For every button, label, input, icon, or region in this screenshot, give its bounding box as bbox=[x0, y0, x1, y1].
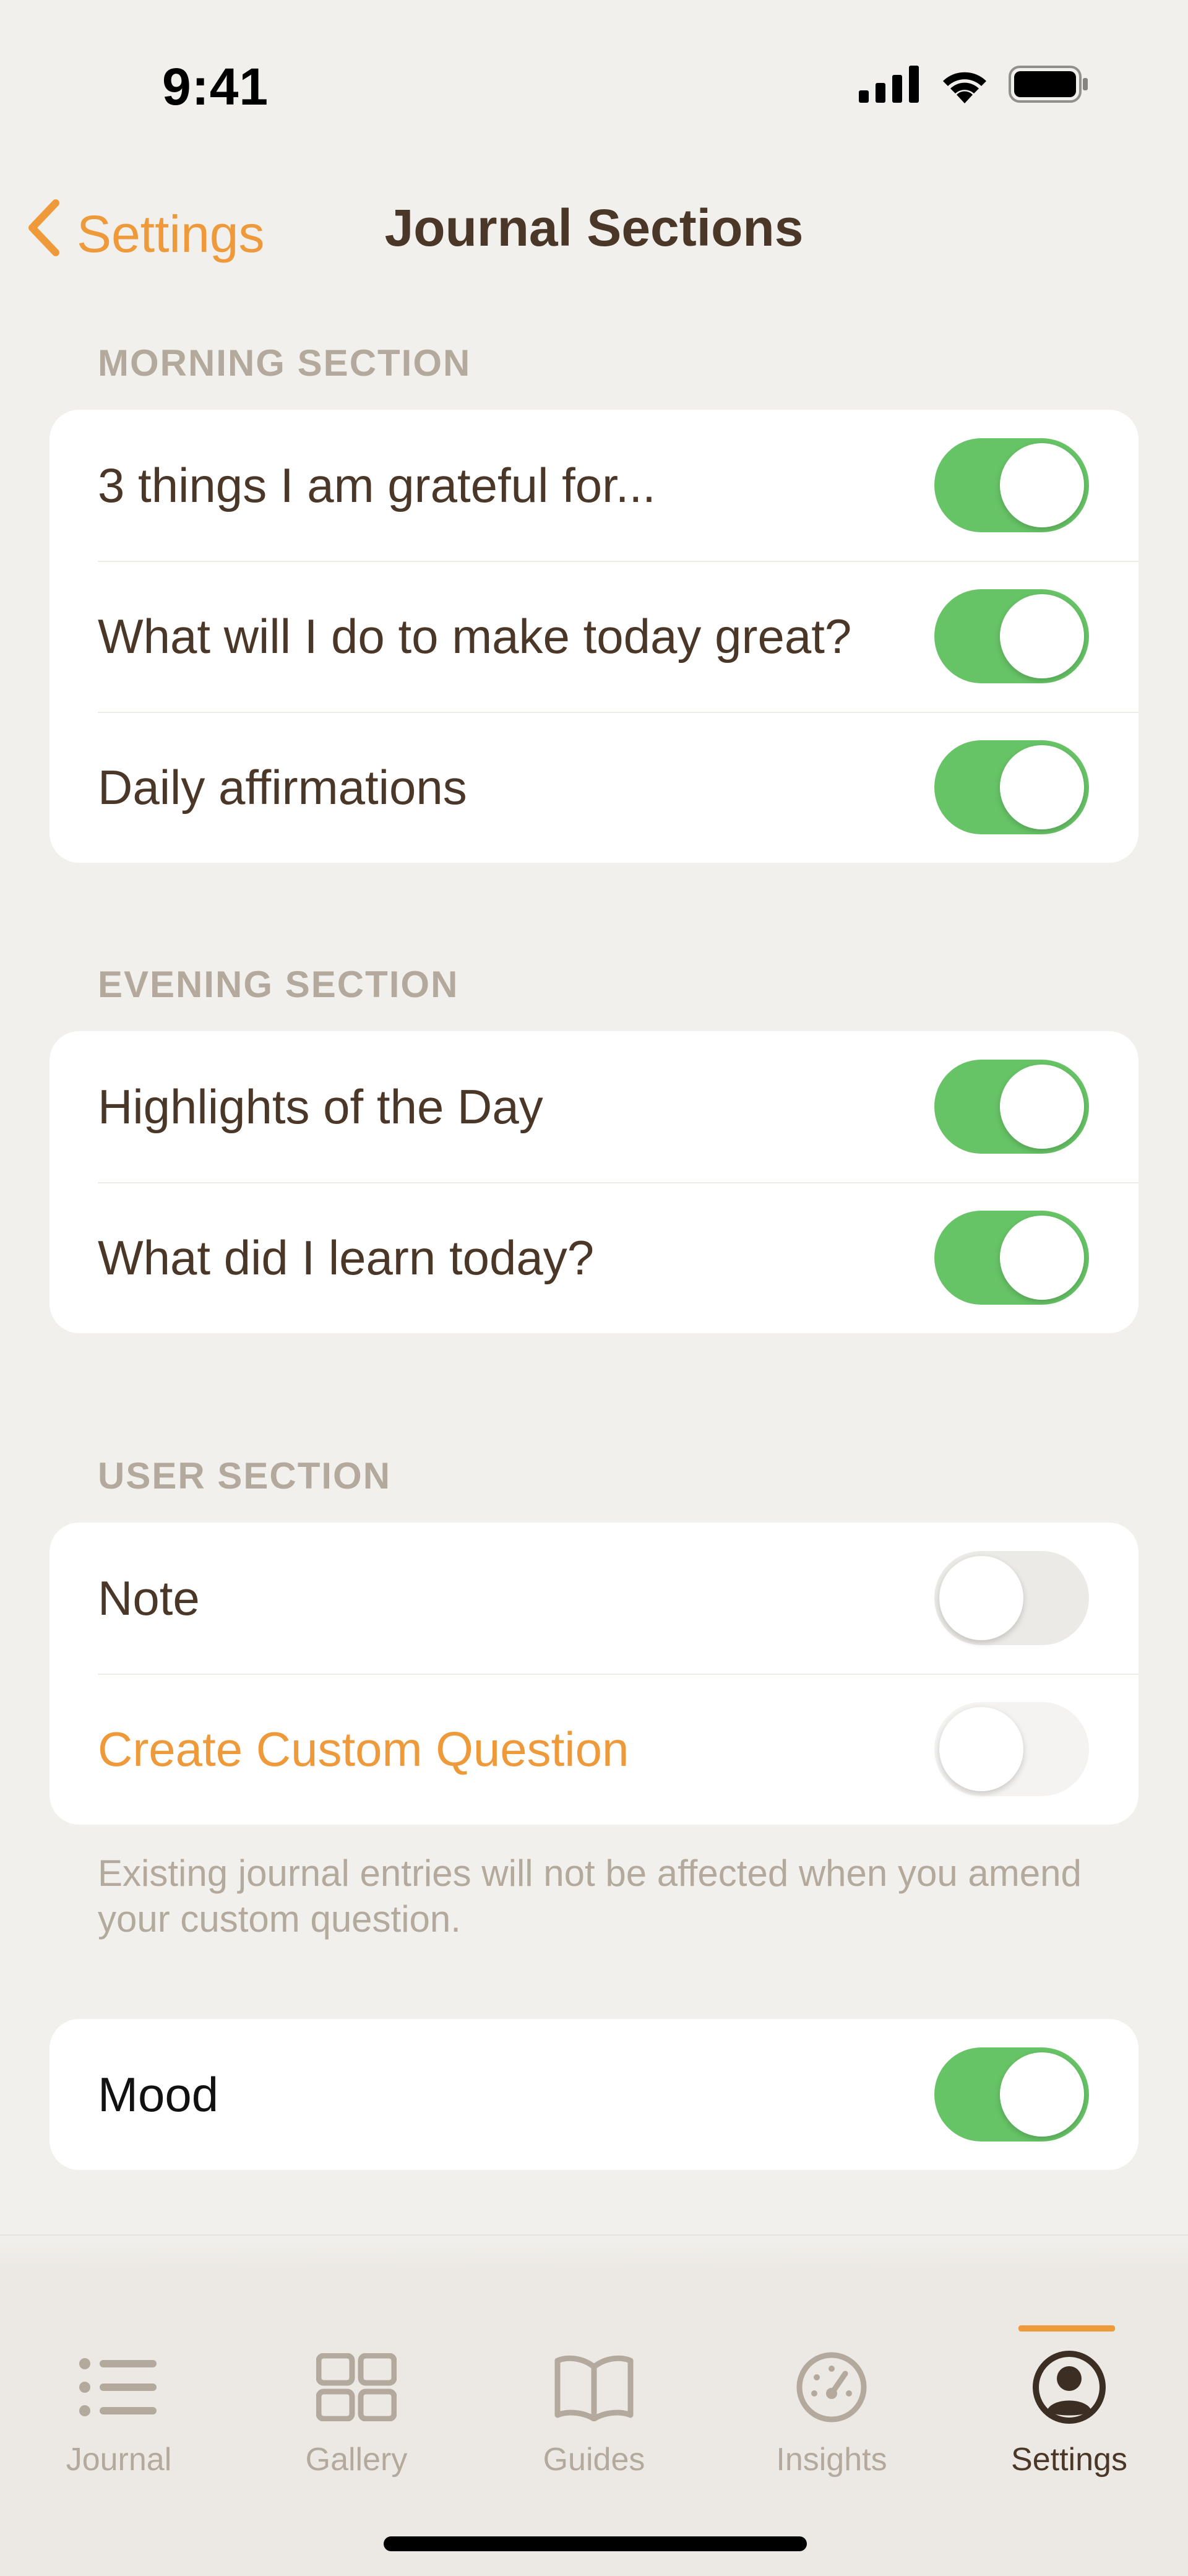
tab-insights[interactable]: Insights bbox=[713, 2347, 950, 2478]
setting-row-learned: What did I learn today? bbox=[50, 1182, 1138, 1333]
toggle-knob bbox=[1000, 1065, 1084, 1149]
chevron-left-icon bbox=[25, 198, 62, 270]
setting-row-custom-question[interactable]: Create Custom Question bbox=[50, 1674, 1138, 1825]
book-icon bbox=[475, 2347, 713, 2427]
setting-row-label: Highlights of the Day bbox=[98, 1079, 543, 1134]
tab-guides[interactable]: Guides bbox=[475, 2347, 713, 2478]
note-toggle[interactable] bbox=[934, 1551, 1089, 1645]
section-header-morning: MORNING SECTION bbox=[98, 342, 471, 384]
status-bar: 9:41 bbox=[0, 0, 1188, 161]
toggle-knob bbox=[1000, 2052, 1084, 2137]
toggle-knob bbox=[939, 1707, 1023, 1791]
morning-section-card: 3 things I am grateful for... What will … bbox=[50, 410, 1138, 863]
evening-section-card: Highlights of the Day What did I learn t… bbox=[50, 1031, 1138, 1333]
grateful-toggle[interactable] bbox=[934, 438, 1089, 532]
setting-row-label: 3 things I am grateful for... bbox=[98, 457, 656, 512]
tab-label: Guides bbox=[543, 2442, 645, 2478]
setting-row-label: What did I learn today? bbox=[98, 1230, 595, 1285]
mood-section-card: Mood bbox=[50, 2019, 1138, 2170]
battery-icon bbox=[1009, 64, 1089, 107]
back-button-label: Settings bbox=[77, 204, 265, 263]
tab-label: Journal bbox=[66, 2442, 172, 2478]
navigation-bar: Journal Sections Settings bbox=[0, 179, 1188, 279]
wifi-icon bbox=[938, 65, 991, 106]
custom-question-footnote: Existing journal entries will not be aff… bbox=[98, 1852, 1082, 1940]
setting-row-highlights: Highlights of the Day bbox=[50, 1031, 1138, 1182]
mood-toggle[interactable] bbox=[934, 2047, 1089, 2142]
tab-journal[interactable]: Journal bbox=[0, 2347, 238, 2478]
status-icons bbox=[859, 64, 1089, 107]
setting-row-label: What will I do to make today great? bbox=[98, 608, 852, 663]
tab-label: Gallery bbox=[305, 2442, 408, 2478]
gauge-icon bbox=[713, 2347, 950, 2427]
user-section-card: Note Create Custom Question bbox=[50, 1523, 1138, 1825]
setting-row-note: Note bbox=[50, 1523, 1138, 1674]
custom-question-toggle[interactable] bbox=[934, 1702, 1089, 1796]
tab-label: Settings bbox=[1011, 2442, 1127, 2478]
status-time: 9:41 bbox=[162, 58, 269, 116]
tab-label: Insights bbox=[776, 2442, 887, 2478]
highlights-toggle[interactable] bbox=[934, 1060, 1089, 1154]
affirmations-toggle[interactable] bbox=[934, 740, 1089, 834]
setting-row-mood: Mood bbox=[50, 2019, 1138, 2170]
active-tab-indicator bbox=[1018, 2325, 1115, 2332]
setting-row-label: Daily affirmations bbox=[98, 759, 467, 815]
list-icon bbox=[0, 2347, 238, 2427]
grid-icon bbox=[238, 2347, 475, 2427]
setting-row-label: Mood bbox=[98, 2067, 219, 2122]
setting-row-affirmations: Daily affirmations bbox=[50, 712, 1138, 863]
section-header-user: USER SECTION bbox=[98, 1455, 392, 1497]
today-great-toggle[interactable] bbox=[934, 589, 1089, 683]
toggle-knob bbox=[1000, 1216, 1084, 1300]
section-header-evening: EVENING SECTION bbox=[98, 964, 459, 1005]
create-custom-question-link[interactable]: Create Custom Question bbox=[98, 1721, 629, 1778]
setting-row-label: Note bbox=[98, 1570, 200, 1625]
tab-gallery[interactable]: Gallery bbox=[238, 2347, 475, 2478]
home-indicator bbox=[384, 2536, 807, 2551]
learned-toggle[interactable] bbox=[934, 1211, 1089, 1305]
cellular-signal-icon bbox=[859, 66, 921, 106]
toggle-knob bbox=[1000, 443, 1084, 527]
profile-icon bbox=[950, 2347, 1188, 2427]
toggle-knob bbox=[939, 1556, 1023, 1640]
tab-settings[interactable]: Settings bbox=[950, 2347, 1188, 2478]
toggle-knob bbox=[1000, 745, 1084, 829]
setting-row-grateful: 3 things I am grateful for... bbox=[50, 410, 1138, 561]
toggle-knob bbox=[1000, 594, 1084, 678]
back-button[interactable]: Settings bbox=[25, 198, 265, 270]
setting-row-today-great: What will I do to make today great? bbox=[50, 561, 1138, 712]
tab-bar: Journal Gallery Guides Insights Settings bbox=[0, 2234, 1188, 2576]
